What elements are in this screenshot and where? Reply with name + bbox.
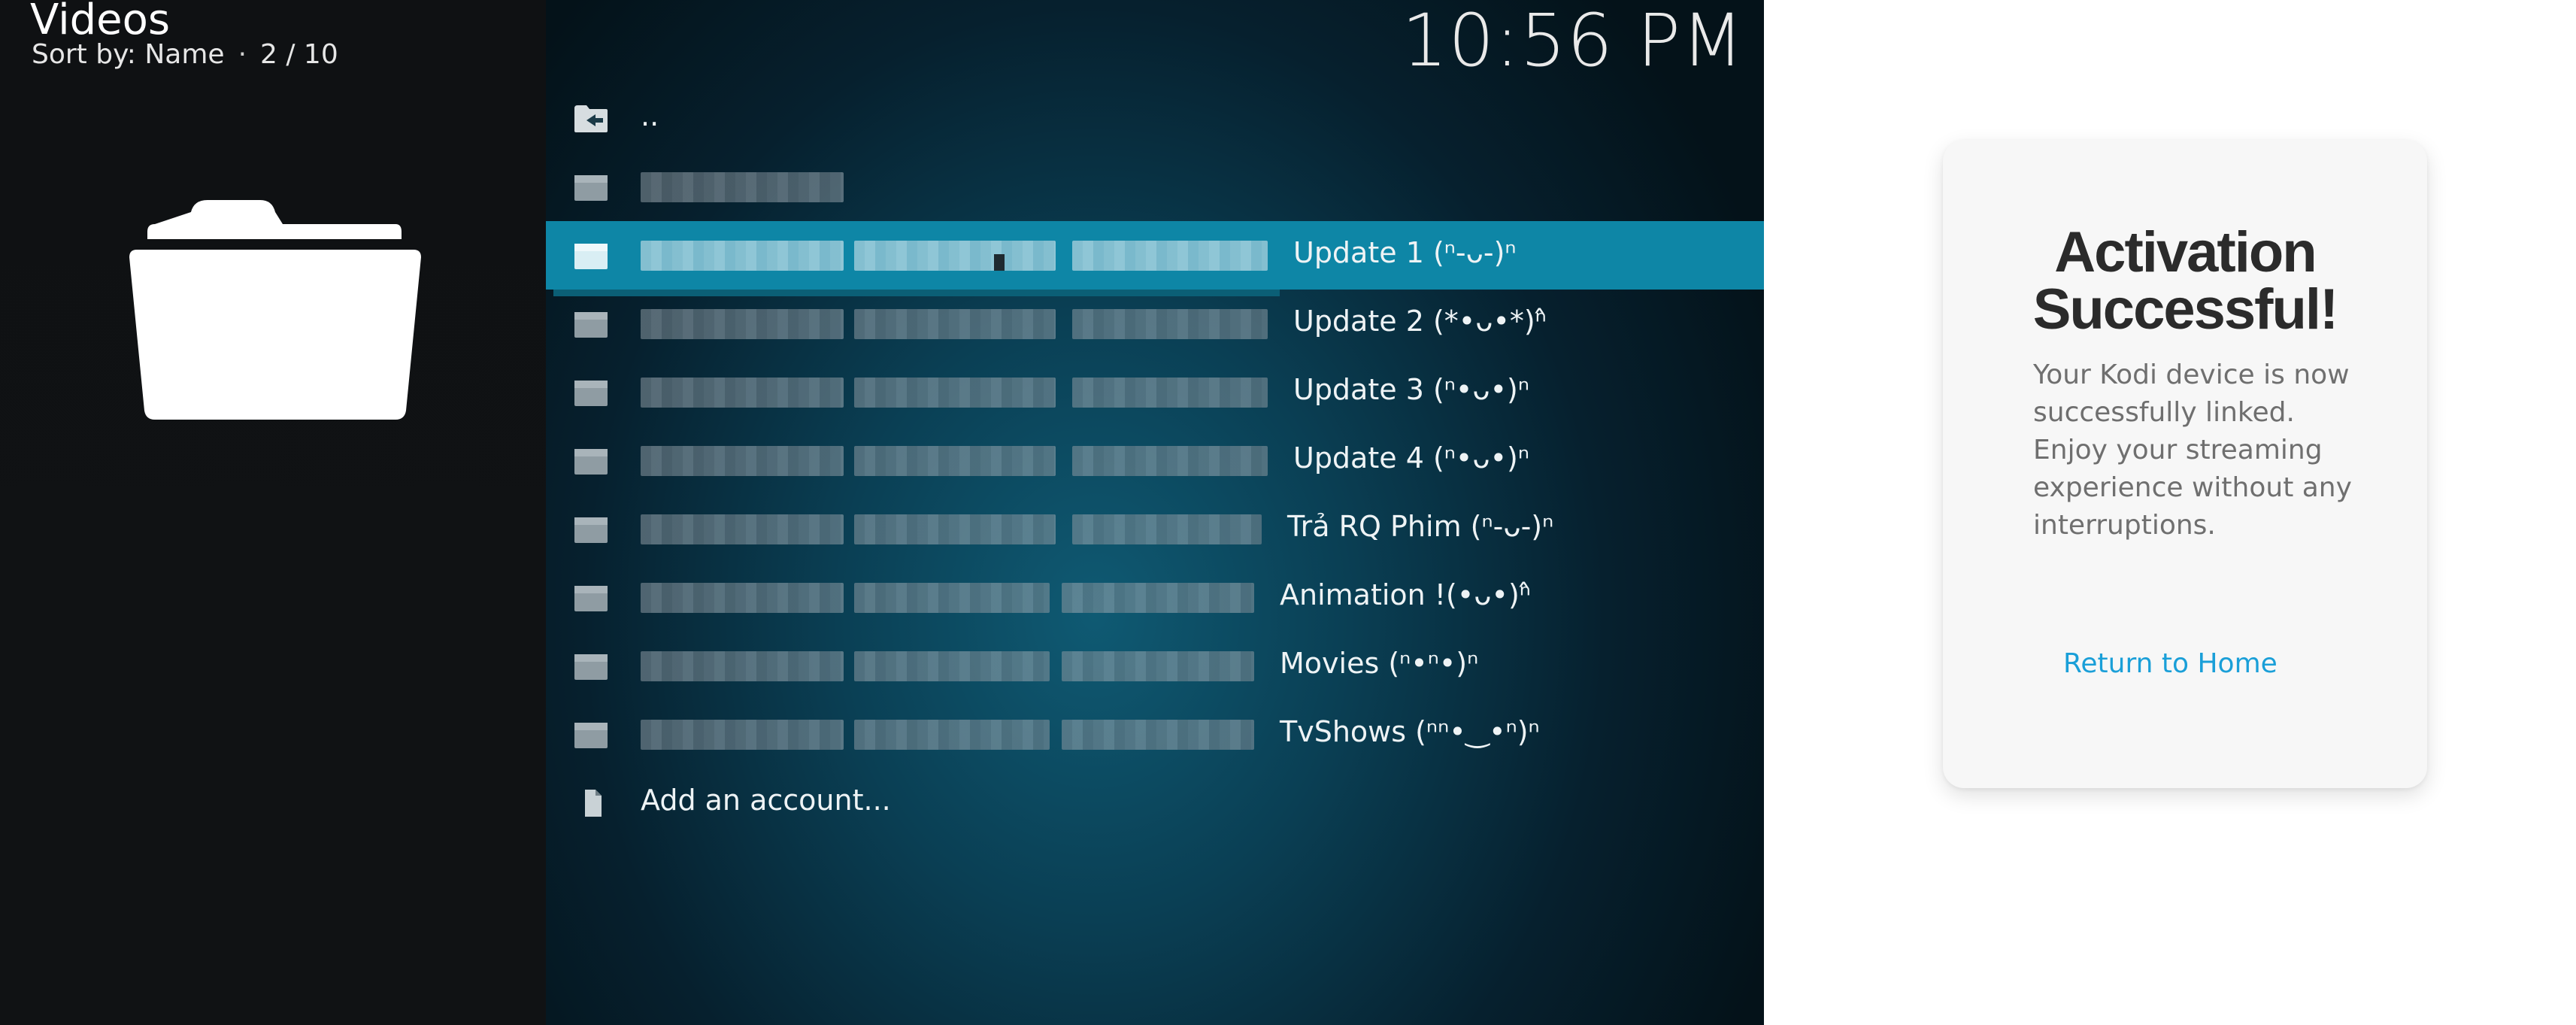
activation-title: Activation Successful! [2032, 220, 2339, 341]
list-item-label: .. [641, 99, 659, 132]
list-item-label: Add an account... [641, 784, 891, 817]
list-item-label: TvShows (ⁿⁿ•‿•ⁿ)ⁿ [1280, 715, 1540, 748]
sort-label[interactable]: Sort by: Name [32, 39, 225, 70]
large-folder-icon [129, 200, 421, 420]
list-item[interactable] [546, 153, 1764, 221]
folder-back-icon [574, 105, 608, 132]
redacted-text [641, 720, 844, 750]
folder-icon [574, 654, 608, 680]
list-item-label: Animation !(•ᴗ•)ⁿ̂ [1280, 578, 1531, 611]
add-account-item[interactable]: Add an account... [546, 769, 1764, 837]
redacted-text [1072, 446, 1268, 476]
list-item-label: Update 3 (ⁿ•ᴗ•)ⁿ [1293, 373, 1529, 406]
redacted-text [1072, 309, 1268, 339]
cursor-marker [994, 254, 1005, 271]
redacted-text [641, 309, 844, 339]
folder-icon [574, 312, 608, 338]
redacted-text [854, 309, 1056, 339]
redacted-text [1072, 378, 1268, 408]
kodi-sidebar [0, 0, 546, 1025]
list-item[interactable]: Update 4 (ⁿ•ᴗ•)ⁿ [546, 426, 1764, 495]
folder-icon [574, 449, 608, 475]
list-item[interactable]: Animation !(•ᴗ•)ⁿ̂ [546, 563, 1764, 632]
redacted-text [641, 241, 844, 271]
list-item-label: Movies (ⁿ•ⁿ•)ⁿ [1280, 647, 1479, 680]
sort-separator: · [238, 39, 247, 70]
kodi-window: Videos Sort by: Name · 2 / 10 10:56 PM .… [0, 0, 1764, 1025]
sort-info[interactable]: Sort by: Name · 2 / 10 [32, 39, 338, 70]
redacted-text [1062, 651, 1254, 681]
list-item[interactable]: Update 3 (ⁿ•ᴗ•)ⁿ [546, 358, 1764, 426]
list-item-label: Trả RQ Phim (ⁿ-ᴗ-)ⁿ [1287, 510, 1554, 543]
folder-icon [574, 244, 608, 269]
list-item[interactable]: Update 2 (*•ᴗ•*)ⁿ̂ [546, 290, 1764, 358]
redacted-text [641, 583, 844, 613]
list-item-label: Update 4 (ⁿ•ᴗ•)ⁿ [1293, 441, 1529, 475]
list-item[interactable]: Movies (ⁿ•ⁿ•)ⁿ [546, 632, 1764, 700]
redacted-text [641, 514, 844, 544]
file-list: .. Update 1 (ⁿ-ᴗ-)ⁿ Update 2 (*•ᴗ•*)ⁿ̂ U… [546, 84, 1764, 837]
redacted-text [854, 241, 1056, 271]
redacted-text [1072, 514, 1262, 544]
folder-icon [574, 723, 608, 748]
item-position: 2 / 10 [260, 39, 338, 70]
activation-card: Activation Successful! Your Kodi device … [1943, 140, 2427, 788]
folder-icon [574, 586, 608, 611]
redacted-text [854, 514, 1056, 544]
redacted-text [1062, 583, 1254, 613]
return-home-link[interactable]: Return to Home [2063, 648, 2277, 679]
folder-icon [574, 381, 608, 406]
folder-icon [574, 517, 608, 543]
list-item[interactable]: Trả RQ Phim (ⁿ-ᴗ-)ⁿ [546, 495, 1764, 563]
redacted-text [641, 378, 844, 408]
redacted-text [854, 583, 1050, 613]
clock: 10:56 PM [1402, 0, 1744, 83]
redacted-text [641, 172, 844, 202]
screen: Videos Sort by: Name · 2 / 10 10:56 PM .… [0, 0, 2576, 1025]
redacted-text [1072, 241, 1268, 271]
redacted-text [641, 446, 844, 476]
activation-message: Your Kodi device is now successfully lin… [2033, 359, 2352, 541]
list-item-label: Update 2 (*•ᴗ•*)ⁿ̂ [1293, 305, 1547, 338]
redacted-text [854, 378, 1056, 408]
list-item-selected[interactable]: Update 1 (ⁿ-ᴗ-)ⁿ [546, 221, 1764, 296]
redacted-text [854, 720, 1050, 750]
redacted-text [854, 446, 1056, 476]
activation-panel: Activation Successful! Your Kodi device … [1764, 0, 2576, 1025]
folder-icon [574, 175, 608, 201]
redacted-text [641, 651, 844, 681]
redacted-text [854, 651, 1050, 681]
redacted-text [1062, 720, 1254, 750]
list-item-label: Update 1 (ⁿ-ᴗ-)ⁿ [1293, 236, 1517, 269]
list-item[interactable]: .. [546, 84, 1764, 153]
file-icon [585, 790, 602, 817]
list-item[interactable]: TvShows (ⁿⁿ•‿•ⁿ)ⁿ [546, 700, 1764, 769]
page-title: Videos [30, 0, 171, 44]
